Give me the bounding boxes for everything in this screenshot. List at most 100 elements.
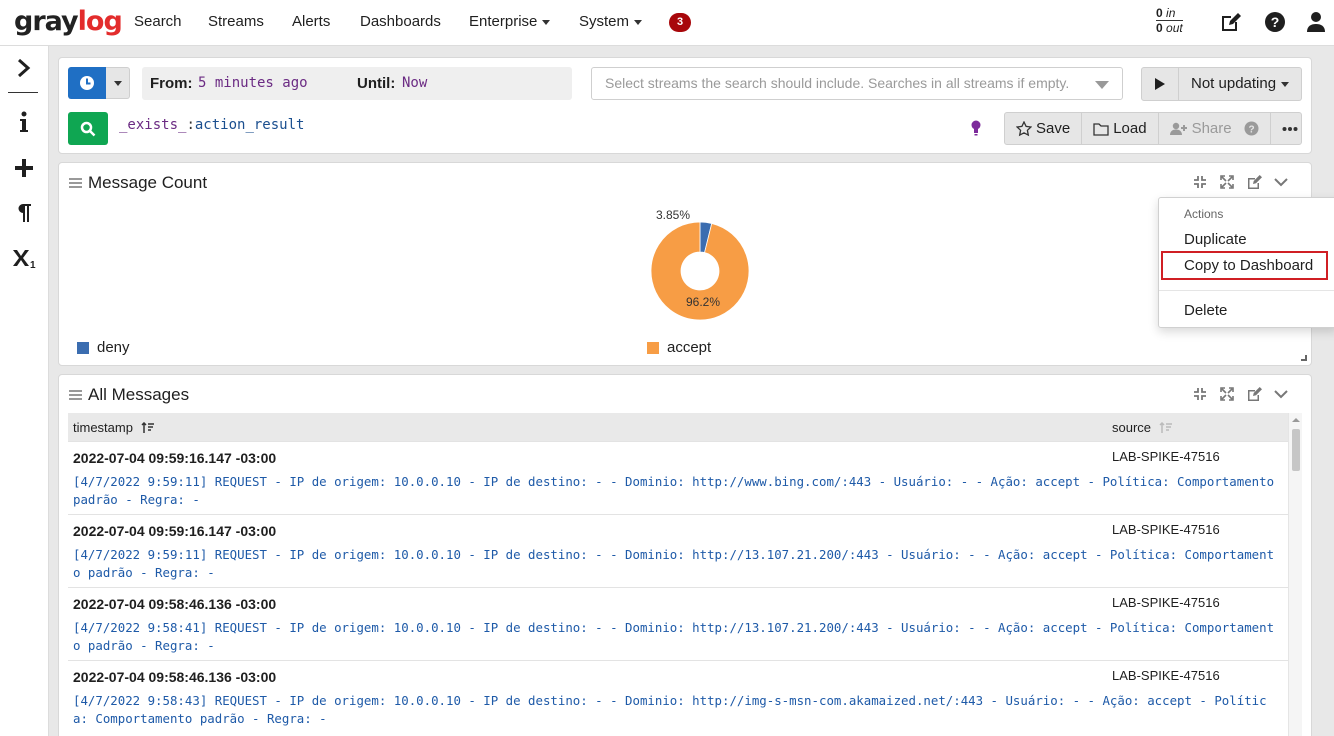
row-timestamp: 2022-07-04 09:59:16.147 -03:00 [73, 450, 277, 466]
query-value: action_result [194, 117, 305, 133]
refresh-interval-button[interactable]: Not updating [1179, 67, 1302, 101]
drag-handle-icon[interactable] [69, 178, 82, 188]
widget-title[interactable]: Message Count [69, 173, 207, 193]
legend-item-deny[interactable]: deny [77, 339, 130, 356]
streams-select[interactable]: Select streams the search should include… [591, 67, 1123, 100]
graylog-logo[interactable]: graylog [14, 6, 123, 37]
chevron-down-icon[interactable] [1272, 173, 1289, 190]
chevron-down-icon [113, 80, 122, 86]
row-message: [4/7/2022 9:58:43] REQUEST - IP de orige… [73, 693, 1267, 726]
menu-item-duplicate[interactable]: Duplicate [1184, 231, 1247, 248]
row-timestamp: 2022-07-04 09:58:46.136 -03:00 [73, 669, 277, 685]
user-plus-icon [1169, 122, 1187, 135]
query-input[interactable]: _exists_:action_result [119, 117, 304, 133]
chevron-down-icon [1281, 81, 1290, 87]
plus-icon[interactable] [12, 156, 36, 180]
row-source: LAB-SPIKE-47516 [1112, 668, 1220, 683]
row-message: [4/7/2022 9:59:11] REQUEST - IP de orige… [73, 474, 1275, 507]
streams-placeholder: Select streams the search should include… [605, 75, 1070, 91]
throughput-out-unit: out [1166, 21, 1183, 35]
share-button[interactable]: Share ? [1159, 113, 1271, 144]
info-icon[interactable] [12, 110, 36, 134]
more-actions-button[interactable] [1271, 113, 1309, 144]
help-icon: ? [1244, 121, 1259, 136]
page-scrollbar[interactable] [1320, 46, 1334, 736]
until-label: Until: [357, 75, 396, 92]
svg-text:?: ? [1248, 125, 1254, 136]
search-button[interactable] [68, 112, 108, 145]
legend-label-accept: accept [667, 339, 712, 356]
play-button[interactable] [1141, 67, 1179, 101]
table-row[interactable]: 2022-07-04 09:59:16.147 -03:00 LAB-SPIKE… [68, 441, 1288, 514]
user-icon[interactable] [1305, 11, 1327, 33]
chevron-down-icon[interactable] [1272, 385, 1289, 402]
folder-icon [1093, 122, 1109, 136]
nav-enterprise-label: Enterprise [469, 13, 538, 30]
expand-icon[interactable] [1218, 385, 1235, 402]
sort-descending-icon[interactable] [141, 421, 155, 434]
compress-icon[interactable] [1191, 385, 1208, 402]
compress-icon[interactable] [1191, 173, 1208, 190]
message-count-title: Message Count [88, 173, 208, 192]
nav-system[interactable]: System [579, 13, 643, 30]
legend-item-accept[interactable]: accept [647, 339, 711, 356]
nav-dashboards[interactable]: Dashboards [360, 13, 441, 30]
chevron-down-icon [542, 19, 551, 25]
notifications-badge[interactable]: 3 [669, 13, 691, 32]
throughput-in-value: 0 [1156, 6, 1163, 20]
svg-text:1: 1 [30, 260, 36, 269]
sort-icon[interactable] [1159, 421, 1173, 434]
nav-alerts[interactable]: Alerts [292, 13, 330, 30]
nav-streams[interactable]: Streams [208, 13, 264, 30]
throughput-indicator[interactable]: 0 in 0 out [1156, 6, 1183, 35]
load-label: Load [1113, 120, 1147, 137]
timerange-type-button[interactable] [68, 67, 106, 99]
timerange-dropdown-button[interactable] [106, 67, 130, 99]
nav-search[interactable]: Search [134, 13, 182, 30]
edit-widget-icon[interactable] [1245, 385, 1262, 402]
paragraph-icon[interactable] [12, 201, 36, 225]
drag-handle-icon[interactable] [69, 390, 82, 400]
table-row[interactable]: 2022-07-04 09:58:46.136 -03:00 LAB-SPIKE… [68, 587, 1288, 660]
lightbulb-icon[interactable] [971, 120, 981, 136]
expand-icon[interactable] [1218, 173, 1235, 190]
column-source[interactable]: source [1112, 420, 1173, 435]
timerange-display[interactable]: From: 5 minutes ago Until: Now [142, 67, 572, 100]
throughput-out-value: 0 [1156, 21, 1163, 35]
save-button[interactable]: Save [1005, 113, 1083, 144]
pie-label-accept: 96.2% [686, 295, 721, 309]
query-separator: : [186, 117, 195, 133]
load-button[interactable]: Load [1082, 113, 1159, 144]
menu-item-delete[interactable]: Delete [1184, 302, 1227, 319]
legend-swatch-deny [77, 341, 89, 354]
table-row[interactable]: 2022-07-04 09:59:16.147 -03:00 LAB-SPIKE… [68, 514, 1288, 587]
messages-scrollbar[interactable] [1288, 413, 1302, 736]
table-row[interactable]: 2022-07-04 09:58:46.136 -03:00 LAB-SPIKE… [68, 660, 1288, 734]
widget-controls [1191, 173, 1289, 190]
search-bar-panel: From: 5 minutes ago Until: Now Select st… [58, 57, 1312, 154]
edit-icon[interactable] [1219, 11, 1241, 33]
clock-icon [80, 76, 94, 90]
widget-title[interactable]: All Messages [69, 385, 189, 405]
menu-divider [1159, 290, 1334, 291]
svg-text:?: ? [1271, 14, 1280, 30]
scroll-up-icon[interactable] [1289, 415, 1303, 425]
menu-item-copy-to-dashboard[interactable]: Copy to Dashboard [1184, 257, 1313, 274]
star-icon [1016, 120, 1032, 136]
scroll-thumb[interactable] [1292, 429, 1300, 471]
legend-swatch-accept [647, 341, 659, 354]
row-timestamp: 2022-07-04 09:58:46.136 -03:00 [73, 596, 277, 612]
column-source-label: source [1112, 420, 1152, 435]
edit-widget-icon[interactable] [1245, 173, 1262, 190]
help-icon[interactable]: ? [1264, 11, 1286, 33]
chevron-right-icon[interactable] [12, 56, 36, 80]
message-count-widget: Message Count 3.85% 96.2% deny accept [58, 162, 1312, 366]
share-label: Share [1191, 120, 1232, 137]
column-timestamp[interactable]: timestamp [73, 420, 155, 435]
subscript-icon[interactable]: 1 [12, 246, 36, 270]
resize-handle[interactable] [1301, 355, 1307, 361]
from-label: From: [150, 75, 193, 92]
nav-enterprise[interactable]: Enterprise [469, 13, 551, 30]
all-messages-widget: All Messages timestamp source 2022-07-04… [58, 374, 1312, 736]
search-icon [80, 121, 96, 136]
